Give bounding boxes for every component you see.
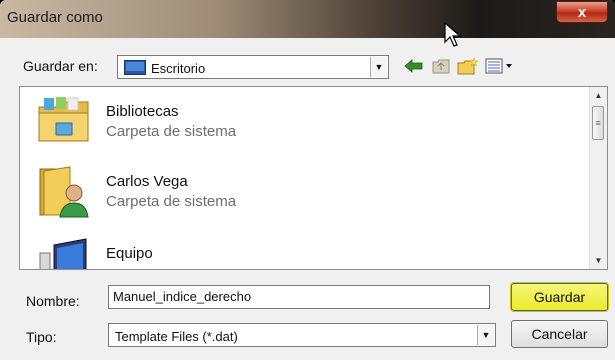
list-item[interactable]: Equipo <box>20 231 580 269</box>
computer-icon <box>39 238 87 269</box>
vertical-scrollbar[interactable]: ▲ ≡ ▼ <box>589 87 607 269</box>
file-type: Carpeta de sistema <box>106 193 237 210</box>
list-item[interactable]: Carlos Vega Carpeta de sistema <box>20 159 580 223</box>
new-folder-icon[interactable] <box>456 56 480 76</box>
file-name: Equipo <box>106 245 153 262</box>
save-button[interactable]: Guardar <box>511 283 608 311</box>
cancel-button[interactable]: Cancelar <box>511 320 608 348</box>
file-type-combobox[interactable]: Template Files (*.dat) ▼ <box>108 323 496 347</box>
file-type-value: Template Files (*.dat) <box>115 329 238 344</box>
file-list[interactable]: Bibliotecas Carpeta de sistema Carlos Ve… <box>19 86 608 270</box>
file-name-label: Nombre: <box>26 293 80 309</box>
libraries-folder-icon <box>38 97 89 142</box>
chevron-down-icon[interactable]: ▼ <box>370 57 387 77</box>
back-arrow-icon[interactable] <box>403 56 425 76</box>
scroll-down-icon[interactable]: ▼ <box>590 252 607 269</box>
close-button[interactable]: x <box>556 1 608 23</box>
file-name: Bibliotecas <box>106 103 179 120</box>
view-menu-icon[interactable] <box>485 56 515 76</box>
scrollbar-thumb[interactable]: ≡ <box>592 106 604 140</box>
file-type-label: Tipo: <box>26 329 57 345</box>
scroll-up-icon[interactable]: ▲ <box>590 87 607 104</box>
desktop-icon <box>124 60 146 75</box>
list-item[interactable]: Bibliotecas Carpeta de sistema <box>20 89 580 153</box>
mouse-cursor-icon <box>444 22 462 47</box>
save-in-combobox[interactable]: Escritorio ▼ <box>117 55 389 79</box>
save-in-value: Escritorio <box>151 61 206 76</box>
file-type: Carpeta de sistema <box>106 123 237 140</box>
user-folder-icon <box>39 166 89 218</box>
title-bar[interactable]: Guardar como x <box>0 0 615 47</box>
file-name-input[interactable]: Manuel_indice_derecho <box>108 285 490 309</box>
save-in-label: Guardar en: <box>23 58 98 74</box>
file-name: Carlos Vega <box>106 173 188 190</box>
window-title: Guardar como <box>7 9 103 26</box>
up-folder-icon[interactable] <box>430 56 452 76</box>
chevron-down-icon[interactable]: ▼ <box>477 325 494 345</box>
save-as-dialog: Guardar como x Guardar en: Escritorio ▼ <box>0 0 615 360</box>
